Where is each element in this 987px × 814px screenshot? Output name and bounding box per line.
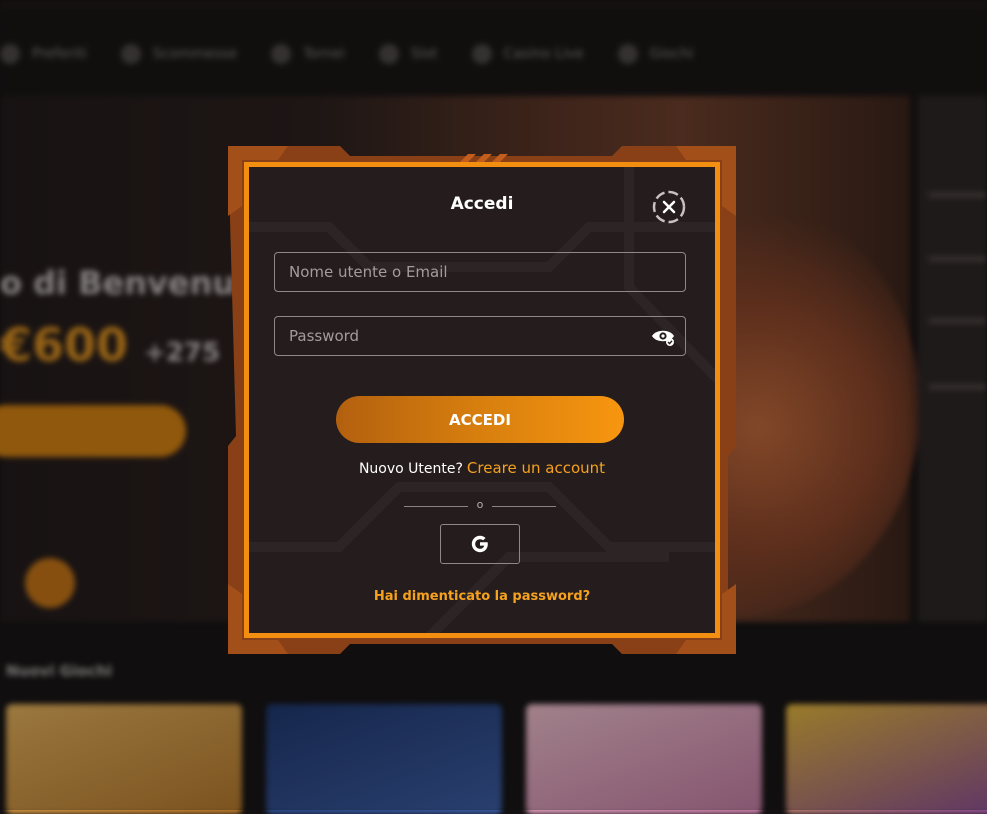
close-icon — [652, 190, 686, 224]
username-input[interactable] — [275, 253, 685, 291]
close-button[interactable] — [652, 190, 686, 224]
eye-icon — [652, 330, 674, 346]
password-field — [274, 316, 686, 356]
google-g-icon — [471, 535, 488, 553]
username-field — [274, 252, 686, 292]
or-divider: o — [404, 498, 556, 512]
login-submit-button[interactable]: ACCEDI — [336, 396, 624, 443]
google-login-button[interactable] — [440, 524, 520, 564]
show-password-toggle[interactable] — [651, 326, 675, 348]
login-modal: Accedi ACCEDI Nuovo Utente?Creare un acc… — [228, 146, 736, 654]
divider-text: o — [476, 498, 484, 511]
register-prompt-row: Nuovo Utente? Creare un account — [228, 459, 736, 477]
divider-line — [492, 506, 556, 507]
create-account-link[interactable]: Creare un account — [467, 459, 605, 477]
password-input[interactable] — [275, 317, 685, 355]
register-prompt: Nuovo Utente? — [358, 461, 463, 477]
forgot-password-link[interactable]: Hai dimenticato la password? — [228, 589, 736, 604]
